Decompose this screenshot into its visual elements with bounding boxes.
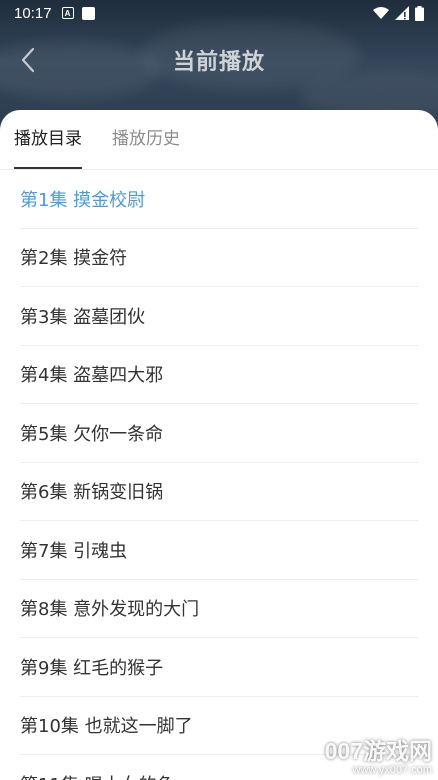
battery-icon xyxy=(415,5,424,21)
page-title: 当前播放 xyxy=(172,50,265,75)
list-item[interactable]: 第9集 红毛的猴子 xyxy=(20,638,418,697)
tab-playlist-label: 播放目录 xyxy=(14,129,82,149)
tab-playlist[interactable]: 播放目录 xyxy=(14,124,82,169)
tab-bar: 播放目录 播放历史 xyxy=(0,110,438,170)
notification-square-icon xyxy=(81,6,95,20)
wifi-icon xyxy=(373,6,389,19)
watermark-title: 007游戏网 xyxy=(324,738,432,764)
signal-icon xyxy=(395,6,409,20)
playlist-sheet: 播放目录 播放历史 第1集 摸金校尉 第2集 摸金符 第3集 盗墓团伙 第4集 … xyxy=(0,110,438,780)
list-item[interactable]: 第8集 意外发现的大门 xyxy=(20,580,418,638)
watermark-url: www.yx007.com xyxy=(352,764,432,776)
episode-label: 第4集 盗墓四大邪 xyxy=(20,365,164,387)
episode-label: 第10集 也就这一脚了 xyxy=(20,716,193,738)
list-item[interactable]: 第3集 盗墓团伙 xyxy=(20,287,418,346)
list-item[interactable]: 第2集 摸金符 xyxy=(20,229,418,287)
episode-label: 第11集 喝十女的色 xyxy=(20,771,175,780)
tab-history-label: 播放历史 xyxy=(112,129,180,149)
status-bar: 10:17 A xyxy=(0,0,438,26)
status-time: 10:17 xyxy=(14,4,52,22)
list-item[interactable]: 第4集 盗墓四大邪 xyxy=(20,346,418,404)
tab-history[interactable]: 播放历史 xyxy=(112,124,180,169)
site-watermark: 007游戏网 www.yx007.com xyxy=(290,732,432,776)
episode-label: 第3集 盗墓团伙 xyxy=(20,306,146,328)
episode-label: 第8集 意外发现的大门 xyxy=(20,599,200,621)
notification-a-icon: A xyxy=(61,7,74,19)
list-item[interactable]: 第7集 引魂虫 xyxy=(20,521,418,580)
episode-label: 第7集 引魂虫 xyxy=(20,540,128,562)
episode-label: 第9集 红毛的猴子 xyxy=(20,657,164,679)
tab-active-indicator xyxy=(14,167,82,169)
list-item[interactable]: 第1集 摸金校尉 xyxy=(20,170,418,229)
nav-bar: 当前播放 xyxy=(0,34,438,86)
chevron-left-icon xyxy=(21,47,35,73)
back-button[interactable] xyxy=(14,46,42,74)
episode-list: 第1集 摸金校尉 第2集 摸金符 第3集 盗墓团伙 第4集 盗墓四大邪 第5集 … xyxy=(0,170,438,780)
episode-label: 第1集 摸金校尉 xyxy=(20,189,146,211)
episode-label: 第6集 新锅变旧锅 xyxy=(20,482,164,504)
episode-label: 第2集 摸金符 xyxy=(20,248,128,270)
list-item[interactable]: 第6集 新锅变旧锅 xyxy=(20,463,418,521)
episode-label: 第5集 欠你一条命 xyxy=(20,423,164,445)
list-item[interactable]: 第5集 欠你一条命 xyxy=(20,404,418,463)
